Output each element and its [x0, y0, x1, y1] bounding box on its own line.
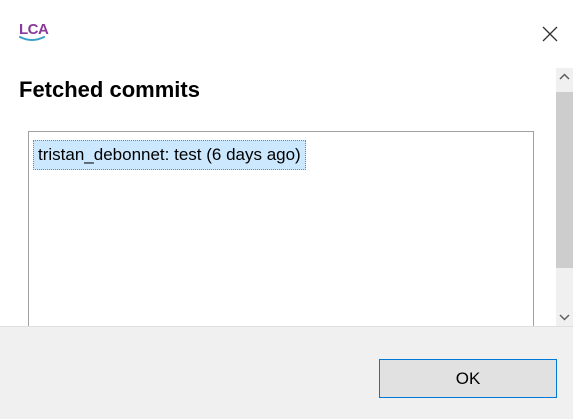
dialog-footer: OK — [0, 326, 573, 419]
dialog-heading: Fetched commits — [19, 77, 200, 102]
chevron-down-icon — [559, 314, 570, 321]
close-button[interactable] — [527, 14, 573, 54]
dialog-content: Fetched commits tristan_debonnet: test (… — [0, 68, 556, 326]
vertical-scrollbar[interactable] — [556, 68, 573, 326]
ok-button[interactable]: OK — [379, 359, 557, 398]
chevron-up-icon — [559, 73, 570, 80]
commit-list[interactable]: tristan_debonnet: test (6 days ago) — [28, 131, 534, 326]
dialog-window: LCA Fetched commits tristan_debonnet: te… — [0, 0, 573, 419]
title-bar: LCA — [0, 0, 573, 68]
scrollbar-thumb[interactable] — [556, 92, 573, 268]
close-icon — [542, 26, 558, 42]
app-logo: LCA — [19, 22, 49, 46]
app-logo-text: LCA — [19, 21, 49, 38]
scroll-down-button[interactable] — [556, 309, 573, 326]
scroll-up-button[interactable] — [556, 68, 573, 85]
commit-list-item[interactable]: tristan_debonnet: test (6 days ago) — [33, 140, 306, 170]
logo-swoosh-icon — [19, 36, 45, 41]
